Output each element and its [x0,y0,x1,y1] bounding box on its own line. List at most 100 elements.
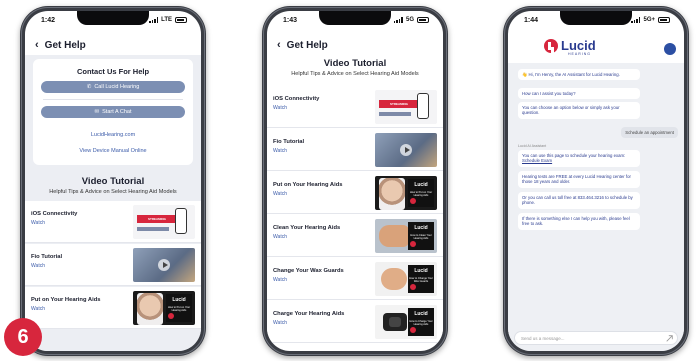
notch [319,11,391,25]
record-dot-icon [410,241,416,247]
video-thumbnail[interactable] [375,133,437,167]
page-header: ‹ Get Help [277,39,328,51]
video-section-subtitle: Helpful Tips & Advice on Select Hearing … [291,71,419,77]
hand-photo [379,225,409,247]
video-row[interactable]: Fio Tutorial Watch [267,129,443,171]
video-name: Change Your Wax Guards [273,268,344,274]
call-button-label: Call Lucid Hearing [94,84,140,90]
phone-screen: 1:42 LTE ‹ Get Help Contact Us For Help … [25,11,201,351]
thumb-caption: How to Put on Your Hearing Aids [167,306,191,312]
watch-link[interactable]: Watch [31,263,45,269]
website-link[interactable]: LucidHearing.com [25,132,201,138]
signal-icon [149,17,159,23]
charger-photo [383,313,407,331]
record-dot-icon [410,327,416,333]
video-row[interactable]: Change Your Wax Guards Watch Lucid How t… [267,258,443,300]
bot-message: Or you can call us toll free at 833.464.… [518,192,640,209]
play-icon[interactable] [158,259,170,271]
network-label: LTE [161,17,172,23]
battery-icon [175,17,187,23]
message-input[interactable]: Send us a message... [514,331,678,345]
video-thumbnail[interactable]: Lucid How to Put on Your Hearing Aids [133,291,195,325]
watch-link[interactable]: Watch [273,277,287,283]
watch-link[interactable]: Watch [31,306,45,312]
status-time: 1:43 [283,16,298,24]
thumb-brand: Lucid [414,182,428,188]
video-thumbnail[interactable]: Lucid How to Clean Your Hearing Aids [375,219,437,253]
phone-get-help: 1:42 LTE ‹ Get Help Contact Us For Help … [20,6,206,356]
avatar[interactable] [664,43,676,55]
bot-message: You can use this page to schedule your h… [518,150,640,167]
video-row[interactable]: Clean Your Hearing Aids Watch Lucid How … [267,215,443,257]
play-icon[interactable] [400,144,412,156]
signal-icon [393,17,403,23]
phone-ai-chat: 1:44 5G+ Lucid HEARING 👋 Hi, I'm Henry, … [503,6,689,356]
schedule-exam-link[interactable]: Schedule Exam [522,158,552,163]
page-header: ‹ Get Help [35,39,86,51]
video-row[interactable]: iOS Connectivity Watch STREAMING [25,201,201,243]
video-name: Put on Your Hearing Aids [273,182,343,188]
video-row[interactable]: iOS Connectivity Watch STREAMING [267,86,443,128]
watch-link[interactable]: Watch [273,105,287,111]
watch-link[interactable]: Watch [273,148,287,154]
video-row[interactable]: Put on Your Hearing Aids Watch Lucid How… [267,172,443,214]
notch [560,11,632,25]
bot-message: 👋 Hi, I'm Henry, the AI Assistant for Lu… [518,69,640,81]
record-dot-icon [410,198,416,204]
watch-link[interactable]: Watch [273,320,287,326]
video-section-title: Video Tutorial [323,58,387,69]
watch-link[interactable]: Watch [31,220,45,226]
status-time: 1:42 [41,16,56,24]
chat-button[interactable]: ✉ Start A Chat [41,106,185,118]
watch-link[interactable]: Watch [273,234,287,240]
video-name: Clean Your Hearing Aids [273,225,341,231]
signal-icon [631,17,641,23]
call-button[interactable]: ✆ Call Lucid Hearing [41,81,185,93]
contact-title: Contact Us For Help [76,67,150,76]
video-name: iOS Connectivity [273,96,320,102]
video-thumbnail[interactable]: STREAMING [375,90,437,124]
assistant-label: Lucid AI Assistant [518,144,547,148]
thumbnail-bar [379,112,411,116]
bot-message: You can choose an option below or simply… [518,102,640,119]
thumbnail-banner: STREAMING [379,100,419,108]
phone-graphic [175,208,187,234]
step-number-badge: 6 [4,318,42,356]
watch-link[interactable]: Watch [273,191,287,197]
thumb-caption: How to Charge Your Hearing Aids [409,320,433,326]
thumb-brand: Lucid [414,268,428,274]
video-section-subtitle: Helpful Tips & Advice on Select Hearing … [49,189,177,195]
page-title: Get Help [44,39,86,51]
video-row[interactable]: Put on Your Hearing Aids Watch Lucid How… [25,287,201,329]
video-thumbnail[interactable]: STREAMING [133,205,195,239]
video-thumbnail[interactable]: Lucid How to Change Your Wax Guards [375,262,437,296]
thumb-caption: How to Change Your Wax Guards [409,277,433,283]
video-thumbnail[interactable]: Lucid How to Charge Your Hearing Aids [375,305,437,339]
video-thumbnail[interactable]: Lucid How to Put on Your Hearing Aids [375,176,437,210]
manual-link[interactable]: View Device Manual Online [25,148,201,154]
lucid-thumb-logo: Lucid How to Put on Your Hearing Aids [408,179,434,207]
thumbnail-banner: STREAMING [137,215,177,223]
video-thumbnail[interactable] [133,248,195,282]
thumb-caption: How to Put on Your Hearing Aids [409,191,433,197]
video-section-title: Video Tutorial [81,176,145,187]
video-name: Fio Tutorial [273,139,305,145]
lucid-logo: Lucid [544,39,596,53]
input-placeholder: Send us a message... [521,335,565,341]
bot-message: If there is something else I can help yo… [518,213,640,230]
video-row[interactable]: Fio Tutorial Watch [25,244,201,286]
video-name: iOS Connectivity [31,211,78,217]
lucid-thumb-logo: Lucid How to Put on Your Hearing Aids [166,294,192,322]
lucid-thumb-logo: Lucid How to Clean Your Hearing Aids [408,222,434,250]
send-icon[interactable] [666,335,673,342]
hand-photo [381,268,407,290]
network-label: 5G [405,17,414,23]
bot-message: Hearing tests are FREE at every Lucid He… [518,171,640,188]
video-name: Fio Tutorial [31,254,63,260]
back-chevron-icon[interactable]: ‹ [277,39,281,51]
phone-icon: ✆ [86,84,92,90]
back-chevron-icon[interactable]: ‹ [35,39,39,51]
video-name: Put on Your Hearing Aids [31,297,101,303]
phone-screen: 1:44 5G+ Lucid HEARING 👋 Hi, I'm Henry, … [508,11,684,351]
video-row[interactable]: Charge Your Hearing Aids Watch Lucid How… [267,301,443,343]
